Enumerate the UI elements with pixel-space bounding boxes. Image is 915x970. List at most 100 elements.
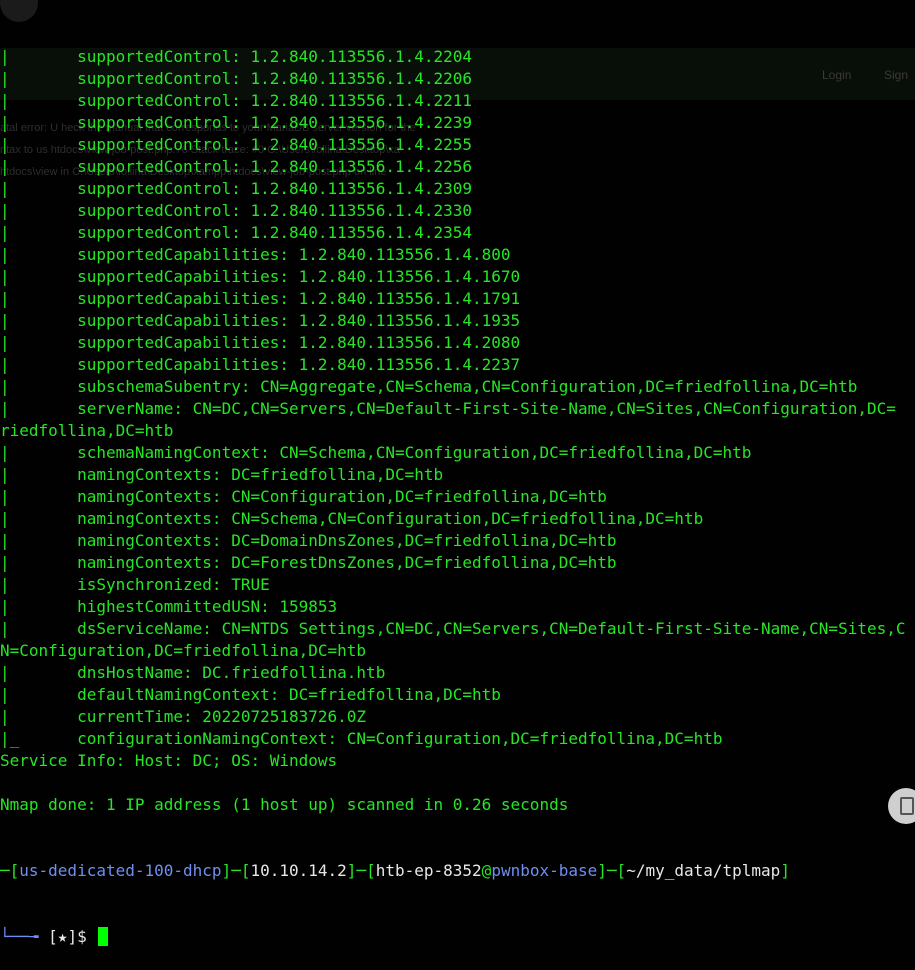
tree-branch-marker: |: [0, 487, 10, 506]
terminal-line-text: supportedControl: 1.2.840.113556.1.4.225…: [9, 157, 473, 176]
terminal-line-text: supportedControl: 1.2.840.113556.1.4.230…: [9, 179, 473, 198]
terminal-line-text: supportedCapabilities: 1.2.840.113556.1.…: [9, 333, 521, 352]
terminal-line: | supportedCapabilities: 1.2.840.113556.…: [0, 332, 915, 354]
terminal-line: | currentTime: 20220725183726.0Z: [0, 706, 915, 728]
terminal-line-text: highestCommittedUSN: 159853: [9, 597, 338, 616]
terminal-line-text: currentTime: 20220725183726.0Z: [9, 707, 367, 726]
terminal-line: | defaultNamingContext: DC=friedfollina,…: [0, 684, 915, 706]
terminal-line-text: namingContexts: DC=DomainDnsZones,DC=fri…: [9, 531, 617, 550]
terminal-line: Nmap done: 1 IP address (1 host up) scan…: [0, 794, 915, 816]
prompt-marker: [★]$: [48, 927, 97, 946]
prompt-line-2[interactable]: └──╼ [★]$: [0, 926, 915, 948]
tree-branch-marker: |: [0, 531, 10, 550]
terminal-line: riedfollina,DC=htb: [0, 420, 915, 442]
terminal-line: N=Configuration,DC=friedfollina,DC=htb: [0, 640, 915, 662]
terminal-line: | supportedControl: 1.2.840.113556.1.4.2…: [0, 156, 915, 178]
tree-branch-marker: |: [0, 619, 10, 638]
terminal-line: |_ configurationNamingContext: CN=Config…: [0, 728, 915, 750]
terminal-line: | namingContexts: CN=Schema,CN=Configura…: [0, 508, 915, 530]
terminal-line: | isSynchronized: TRUE: [0, 574, 915, 596]
prompt-ip: 10.10.14.2: [250, 861, 347, 880]
text-cursor[interactable]: [98, 927, 109, 946]
tree-branch-marker: |: [0, 91, 10, 110]
tree-branch-marker: |: [0, 201, 10, 220]
tree-branch-marker: |: [0, 509, 10, 528]
terminal-line-text: supportedControl: 1.2.840.113556.1.4.220…: [9, 47, 473, 66]
terminal-line: | supportedControl: 1.2.840.113556.1.4.2…: [0, 134, 915, 156]
terminal-line: | schemaNamingContext: CN=Schema,CN=Conf…: [0, 442, 915, 464]
tree-branch-marker: |: [0, 685, 10, 704]
terminal-line-text: namingContexts: DC=friedfollina,DC=htb: [9, 465, 444, 484]
terminal-line: | supportedControl: 1.2.840.113556.1.4.2…: [0, 200, 915, 222]
terminal-line: | subschemaSubentry: CN=Aggregate,CN=Sch…: [0, 376, 915, 398]
tree-branch-marker: |: [0, 311, 10, 330]
terminal-line-text: supportedControl: 1.2.840.113556.1.4.220…: [9, 69, 473, 88]
terminal-line: | serverName: CN=DC,CN=Servers,CN=Defaul…: [0, 398, 915, 420]
terminal-line: | namingContexts: DC=ForestDnsZones,DC=f…: [0, 552, 915, 574]
tree-branch-marker: |: [0, 355, 10, 374]
terminal-output[interactable]: | supportedControl: 1.2.840.113556.1.4.2…: [0, 2, 915, 970]
terminal-line: | namingContexts: DC=DomainDnsZones,DC=f…: [0, 530, 915, 552]
tree-branch-marker: |: [0, 465, 10, 484]
tree-branch-marker: |: [0, 245, 10, 264]
terminal-line: | namingContexts: DC=friedfollina,DC=htb: [0, 464, 915, 486]
terminal-line-text: supportedControl: 1.2.840.113556.1.4.223…: [9, 113, 473, 132]
tree-branch-marker: |: [0, 135, 10, 154]
tree-branch-marker: |: [0, 69, 10, 88]
terminal-line: | supportedCapabilities: 1.2.840.113556.…: [0, 354, 915, 376]
tree-branch-marker: |: [0, 597, 10, 616]
terminal-line-text: supportedControl: 1.2.840.113556.1.4.235…: [9, 223, 473, 242]
terminal-line: | highestCommittedUSN: 159853: [0, 596, 915, 618]
terminal-line-text: riedfollina,DC=htb: [0, 421, 174, 440]
tree-branch-marker: |: [0, 333, 10, 352]
tree-branch-marker: |: [0, 289, 10, 308]
terminal-line-text: supportedCapabilities: 1.2.840.113556.1.…: [9, 267, 521, 286]
tree-branch-marker: |: [0, 377, 10, 396]
terminal-line-text: serverName: CN=DC,CN=Servers,CN=Default-…: [9, 399, 896, 418]
terminal-line-text: dsServiceName: CN=NTDS Settings,CN=DC,CN…: [9, 619, 906, 638]
nmap-output: | supportedControl: 1.2.840.113556.1.4.2…: [0, 46, 915, 816]
tree-branch-marker: |: [0, 47, 10, 66]
prompt-branch: └──╼: [0, 927, 49, 946]
terminal-line: Service Info: Host: DC; OS: Windows: [0, 750, 915, 772]
prompt-line-1: ─[us-dedicated-100-dhcp]─[10.10.14.2]─[h…: [0, 861, 790, 880]
terminal-line: | supportedControl: 1.2.840.113556.1.4.2…: [0, 178, 915, 200]
terminal-line-text: supportedControl: 1.2.840.113556.1.4.225…: [9, 135, 473, 154]
tree-branch-marker: |: [0, 663, 10, 682]
terminal-line-text: namingContexts: DC=ForestDnsZones,DC=fri…: [9, 553, 617, 572]
terminal-line: | supportedControl: 1.2.840.113556.1.4.2…: [0, 222, 915, 244]
terminal-line-text: supportedControl: 1.2.840.113556.1.4.221…: [9, 91, 473, 110]
terminal-line: | supportedControl: 1.2.840.113556.1.4.2…: [0, 112, 915, 134]
tree-branch-marker: |: [0, 157, 10, 176]
terminal-line: | dnsHostName: DC.friedfollina.htb: [0, 662, 915, 684]
tree-branch-marker: |: [0, 399, 10, 418]
tree-branch-marker: |: [0, 553, 10, 572]
terminal-line-text: Nmap done: 1 IP address (1 host up) scan…: [0, 795, 569, 814]
terminal-line-text: Service Info: Host: DC; OS: Windows: [0, 751, 338, 770]
terminal-line-text: configurationNamingContext: CN=Configura…: [19, 729, 723, 748]
prompt-cwd: ~/my_data/tplmap: [626, 861, 781, 880]
terminal-line-text: isSynchronized: TRUE: [9, 575, 270, 594]
terminal-line: | supportedCapabilities: 1.2.840.113556.…: [0, 288, 915, 310]
terminal-line: | supportedControl: 1.2.840.113556.1.4.2…: [0, 90, 915, 112]
prompt-machine: pwnbox-base: [491, 861, 598, 880]
tree-branch-marker: |: [0, 223, 10, 242]
terminal-line-text: supportedCapabilities: 1.2.840.113556.1.…: [9, 245, 511, 264]
terminal-line-text: supportedCapabilities: 1.2.840.113556.1.…: [9, 311, 521, 330]
tree-branch-marker: |: [0, 113, 10, 132]
prompt-user: htb-ep-8352: [375, 861, 482, 880]
terminal-line-text: defaultNamingContext: DC=friedfollina,DC…: [9, 685, 501, 704]
tree-branch-marker: |: [0, 267, 10, 286]
tree-branch-marker: |: [0, 443, 10, 462]
terminal-line-text: subschemaSubentry: CN=Aggregate,CN=Schem…: [9, 377, 858, 396]
prompt-host: us-dedicated-100-dhcp: [19, 861, 222, 880]
tree-branch-marker: |: [0, 707, 10, 726]
terminal-line-text: N=Configuration,DC=friedfollina,DC=htb: [0, 641, 367, 660]
terminal-line: | supportedControl: 1.2.840.113556.1.4.2…: [0, 68, 915, 90]
terminal-line-text: dnsHostName: DC.friedfollina.htb: [9, 663, 386, 682]
terminal-line-text: namingContexts: CN=Schema,CN=Configurati…: [9, 509, 704, 528]
terminal-line-text: schemaNamingContext: CN=Schema,CN=Config…: [9, 443, 752, 462]
terminal-line: | namingContexts: CN=Configuration,DC=fr…: [0, 486, 915, 508]
terminal-line: | supportedCapabilities: 1.2.840.113556.…: [0, 310, 915, 332]
terminal-line-text: supportedControl: 1.2.840.113556.1.4.233…: [9, 201, 473, 220]
